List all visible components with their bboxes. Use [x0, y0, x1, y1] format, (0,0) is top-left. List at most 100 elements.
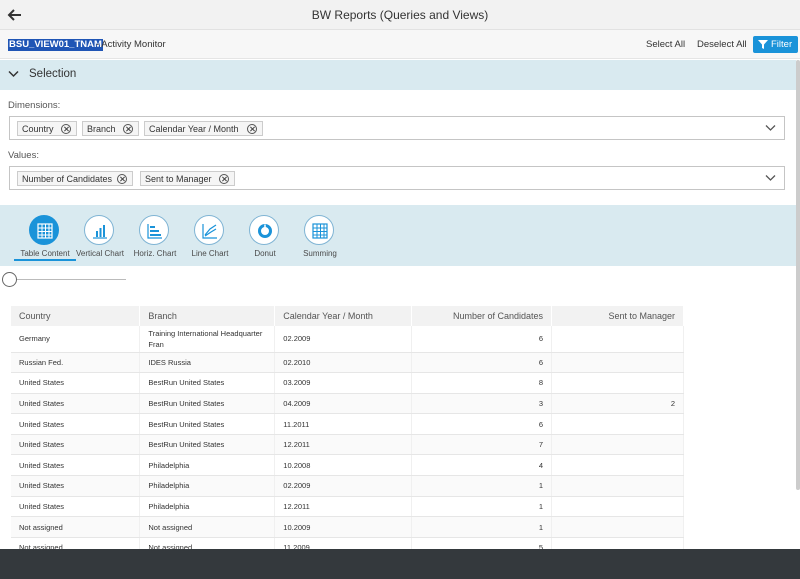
filter-icon — [758, 40, 768, 49]
table-cell: United States — [11, 454, 141, 477]
table-row[interactable]: Germany Training International Headquarte… — [11, 326, 684, 353]
table-row[interactable]: United States Philadelphia 10.2008 4 — [11, 454, 684, 477]
table-row[interactable]: Russian Fed. IDES Russia 02.2010 6 — [11, 352, 684, 374]
table-row[interactable]: United States BestRun United States 12.201… — [11, 434, 684, 456]
remove-token-icon[interactable] — [123, 124, 133, 134]
table-row[interactable]: United States BestRun United States 04.200… — [11, 393, 684, 415]
title-bar: BW Reports (Queries and Views) — [0, 0, 800, 30]
table-cell: BestRun United States — [139, 434, 276, 456]
table-cell: United States — [11, 475, 141, 497]
table-cell: BestRun United States — [139, 393, 276, 415]
deselect-all-button[interactable]: Deselect All — [697, 39, 747, 51]
table-row[interactable]: United States Philadelphia 02.2009 1 — [11, 475, 684, 497]
table-cell: 3 — [411, 393, 553, 415]
table-cell: 8 — [411, 372, 553, 394]
dimension-token-country[interactable]: Country — [17, 121, 77, 136]
table-cell: Not assigned — [139, 516, 276, 538]
dimensions-multi-input[interactable]: Country Branch Calendar Year / Month — [9, 116, 785, 140]
summing-grid-icon — [312, 223, 328, 239]
remove-token-icon[interactable] — [117, 174, 127, 184]
chart-type-line-chart[interactable]: Line Chart — [179, 215, 241, 261]
chevron-down-icon[interactable] — [8, 70, 19, 78]
table-icon — [37, 223, 53, 239]
table-cell: 11.2011 — [274, 413, 413, 435]
column-header-sent-to-manager[interactable]: Sent to Manager — [551, 306, 684, 326]
table-cell: IDES Russia — [139, 352, 276, 374]
table-cell: United States — [11, 393, 141, 415]
table-cell — [551, 454, 684, 477]
dimension-token-branch[interactable]: Branch — [82, 121, 139, 136]
line-chart-icon — [202, 224, 217, 239]
table-cell — [551, 352, 684, 374]
table-cell: 03.2009 — [274, 372, 413, 394]
donut-chart-icon — [258, 224, 272, 238]
report-header: BSU_VIEW01_TNAM - Activity Monitor Selec… — [0, 30, 800, 59]
table-cell: Germany — [11, 326, 141, 353]
table-cell: 1 — [411, 475, 553, 497]
table-cell: 1 — [411, 516, 553, 538]
table-cell: 04.2009 — [274, 393, 413, 415]
table-cell: Training International Headquarter Fran — [139, 326, 276, 353]
dimension-token-calendar-year-month[interactable]: Calendar Year / Month — [144, 121, 263, 136]
table-row[interactable]: United States BestRun United States 03.200… — [11, 372, 684, 394]
table-cell: 6 — [411, 326, 553, 353]
table-cell: 6 — [411, 352, 553, 374]
table-cell: 02.2010 — [274, 352, 413, 374]
table-cell: BestRun United States — [139, 372, 276, 394]
zoom-slider-track[interactable] — [12, 279, 126, 280]
table-cell — [551, 372, 684, 394]
vertical-bar-chart-icon — [93, 225, 107, 239]
report-name: - Activity Monitor — [96, 39, 166, 50]
chart-type-summing[interactable]: Summing — [289, 215, 351, 261]
table-cell: 02.2009 — [274, 475, 413, 497]
report-id: BSU_VIEW01_TNAM — [8, 39, 103, 51]
values-multi-input[interactable]: Number of Candidates Sent to Manager — [9, 166, 785, 190]
table-header-row: Country Branch Calendar Year / Month Num… — [11, 306, 684, 326]
table-row[interactable]: United States Philadelphia 12.2011 1 — [11, 496, 684, 518]
table-cell: United States — [11, 434, 141, 456]
table-cell — [551, 326, 684, 353]
table-cell: Russian Fed. — [11, 352, 141, 374]
column-header-number-of-candidates[interactable]: Number of Candidates — [411, 306, 553, 326]
horizontal-bar-chart-icon — [147, 224, 162, 239]
chevron-down-icon[interactable] — [765, 174, 776, 182]
value-token-sent-to-manager[interactable]: Sent to Manager — [140, 171, 235, 186]
report-table: Country Branch Calendar Year / Month Num… — [11, 306, 684, 559]
table-cell: 7 — [411, 434, 553, 456]
remove-token-icon[interactable] — [61, 124, 71, 134]
table-cell: 02.2009 — [274, 326, 413, 353]
table-cell: Philadelphia — [139, 454, 276, 477]
table-cell: 10.2008 — [274, 454, 413, 477]
app-title: BW Reports (Queries and Views) — [311, 8, 489, 22]
vertical-scrollbar[interactable] — [796, 60, 800, 490]
selection-title: Selection — [29, 68, 77, 80]
footer-bar — [0, 549, 800, 579]
table-cell: Not assigned — [11, 516, 141, 538]
table-cell: 12.2011 — [274, 496, 413, 518]
chart-type-vertical-chart[interactable]: Vertical Chart — [69, 215, 131, 261]
table-cell: BestRun United States — [139, 413, 276, 435]
table-cell: Philadelphia — [139, 496, 276, 518]
filter-button[interactable]: Filter — [753, 36, 798, 53]
chart-type-table-content[interactable]: Table Content — [14, 215, 76, 261]
column-header-branch[interactable]: Branch — [139, 306, 276, 326]
column-header-country[interactable]: Country — [11, 306, 141, 326]
remove-token-icon[interactable] — [247, 124, 257, 134]
table-cell — [551, 516, 684, 538]
table-row[interactable]: Not assigned Not assigned 10.2009 1 — [11, 516, 684, 538]
remove-token-icon[interactable] — [219, 174, 229, 184]
select-all-button[interactable]: Select All — [646, 39, 685, 51]
column-header-calendar-year-month[interactable]: Calendar Year / Month — [274, 306, 413, 326]
table-cell: 4 — [411, 454, 553, 477]
zoom-slider-handle[interactable] — [2, 272, 17, 287]
chart-type-horizontal-chart[interactable]: Horiz. Chart — [124, 215, 186, 261]
selection-panel-header[interactable]: Selection — [0, 60, 796, 90]
value-token-number-of-candidates[interactable]: Number of Candidates — [17, 171, 133, 186]
chart-type-donut[interactable]: Donut — [234, 215, 296, 261]
dimensions-label: Dimensions: — [8, 100, 61, 111]
filter-button-label: Filter — [771, 39, 793, 50]
chevron-down-icon[interactable] — [765, 124, 776, 132]
table-cell: United States — [11, 413, 141, 435]
table-row[interactable]: United States BestRun United States 11.201… — [11, 413, 684, 435]
chart-type-selector: Table Content Vertical Chart Horiz. Char… — [0, 205, 796, 266]
